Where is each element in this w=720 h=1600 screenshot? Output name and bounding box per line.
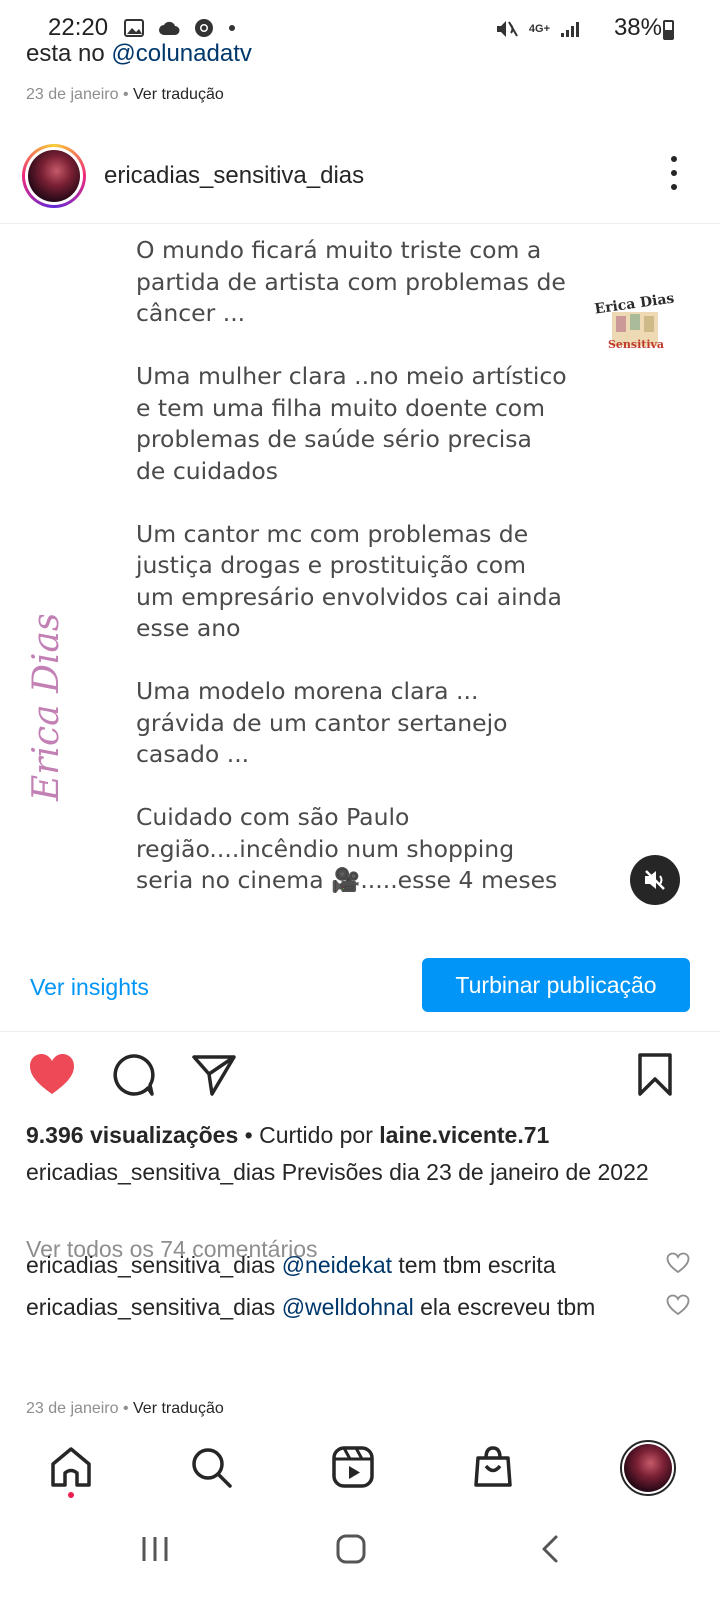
comment-username[interactable]: ericadias_sensitiva_dias [26, 1294, 275, 1320]
gallery-icon [124, 19, 144, 37]
notification-icons [124, 18, 236, 38]
save-bookmark-icon[interactable] [636, 1052, 674, 1098]
bottom-navigation [0, 1430, 720, 1510]
view-insights-link[interactable]: Ver insights [30, 974, 149, 1001]
views-count[interactable]: 9.396 visualizações [26, 1122, 238, 1148]
chrome-icon [195, 19, 213, 37]
comment-text: tem tbm escrita [398, 1252, 556, 1278]
caption-username[interactable]: ericadias_sensitiva_dias [26, 1159, 275, 1185]
nav-home[interactable] [48, 1444, 94, 1490]
dot-icon [229, 25, 235, 31]
avatar-photo [28, 150, 80, 202]
comment-like-icon[interactable] [666, 1252, 690, 1274]
caption-text: Previsões dia 23 de janeiro de 2022 [281, 1159, 649, 1185]
back-icon[interactable] [538, 1534, 562, 1564]
profile-photo [624, 1444, 672, 1492]
more-dot [671, 184, 677, 190]
speaker-muted-icon [645, 870, 665, 890]
mute-vibrate-icon [496, 21, 518, 37]
comment-text: ela escreveu tbm [420, 1294, 596, 1320]
post-date: 23 de janeiro • Ver tradução [26, 1400, 224, 1417]
comment-icon[interactable] [110, 1052, 156, 1098]
author-avatar[interactable] [22, 144, 86, 208]
insights-row: Ver insights Turbinar publicação [0, 958, 720, 1032]
nav-shop[interactable] [470, 1444, 516, 1490]
system-navigation [0, 1520, 720, 1600]
home-button-icon[interactable] [336, 1534, 366, 1564]
post-caption: ericadias_sensitiva_dias Previsões dia 2… [26, 1155, 676, 1190]
share-send-icon[interactable] [190, 1052, 238, 1098]
comment-mention[interactable]: @welldohnal [282, 1294, 414, 1320]
nav-search[interactable] [188, 1444, 234, 1490]
like-heart-icon[interactable] [28, 1052, 76, 1096]
search-icon [192, 1448, 232, 1488]
previous-caption: esta no @colunadatv [26, 40, 252, 68]
status-time: 22:20 [48, 14, 109, 41]
home-icon [51, 1447, 91, 1487]
author-username[interactable]: ericadias_sensitiva_dias [104, 162, 364, 190]
comment-item: ericadias_sensitiva_dias @welldohnal ela… [26, 1290, 646, 1325]
liked-by-user[interactable]: laine.vicente.71 [379, 1122, 549, 1148]
cloud-icon [159, 21, 180, 35]
more-dot [671, 156, 677, 162]
post-actions [0, 1050, 720, 1110]
boost-post-button[interactable]: Turbinar publicação [422, 958, 690, 1012]
post-image-text: O mundo ficará muito triste com a partid… [136, 236, 567, 894]
more-dot [671, 170, 677, 176]
recent-apps-icon[interactable] [140, 1534, 170, 1564]
previous-post-date: 23 de janeiro • Ver tradução [26, 86, 224, 103]
signal-icon [561, 22, 579, 37]
more-options-button[interactable] [664, 156, 684, 190]
comment-like-icon[interactable] [666, 1294, 690, 1316]
battery-percent: 38% [613, 14, 662, 41]
watermark-logo: Erica Dias Sensitiva [594, 291, 676, 351]
previous-date-text: 23 de janeiro [26, 86, 119, 103]
system-icons: 4G+ [495, 18, 580, 40]
previous-translate-link[interactable]: Ver tradução [133, 86, 224, 103]
nav-reels[interactable] [330, 1444, 376, 1490]
home-activity-dot [68, 1492, 74, 1498]
post-media[interactable]: O mundo ficará muito triste com a partid… [0, 225, 720, 925]
nav-profile-avatar[interactable] [620, 1440, 676, 1496]
comment-item: ericadias_sensitiva_dias @neidekat tem t… [26, 1248, 646, 1283]
audio-mute-button[interactable] [630, 855, 680, 905]
post-header: ericadias_sensitiva_dias [0, 140, 720, 224]
network-type: 4G+ [528, 23, 550, 35]
watermark-logo-bottom: Sensitiva [608, 338, 664, 351]
comment-username[interactable]: ericadias_sensitiva_dias [26, 1252, 275, 1278]
liked-by-prefix: • Curtido por [244, 1122, 380, 1148]
comment-mention[interactable]: @neidekat [282, 1252, 392, 1278]
translate-link[interactable]: Ver tradução [133, 1400, 224, 1417]
previous-caption-text: esta no [26, 40, 112, 67]
watermark-side-text: Erica Dias Sensitiva [26, 615, 67, 802]
battery-icon [663, 20, 674, 40]
views-liked-line: 9.396 visualizações • Curtido por laine.… [26, 1118, 696, 1153]
reels-icon [332, 1446, 374, 1488]
watermark-side: Erica Dias Sensitiva [26, 615, 67, 802]
post-date-text: 23 de janeiro [26, 1400, 119, 1417]
shop-icon [474, 1446, 512, 1487]
previous-caption-mention[interactable]: @colunadatv [111, 40, 251, 67]
